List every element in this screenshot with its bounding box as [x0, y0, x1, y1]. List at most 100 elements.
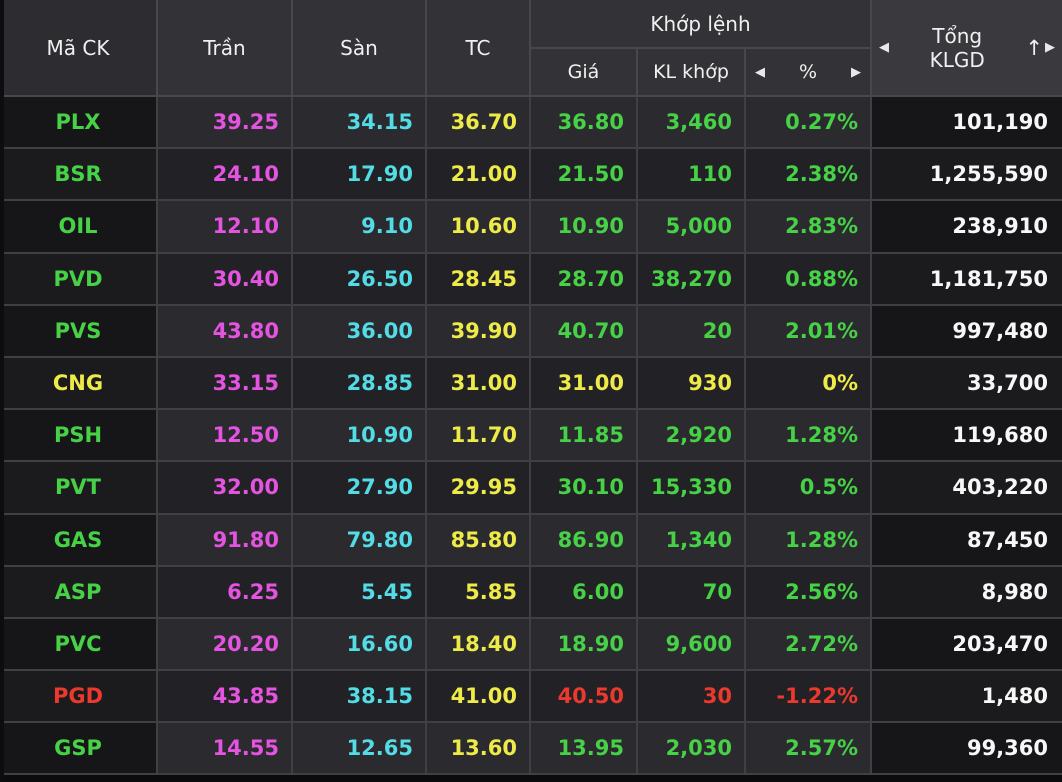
percent-change-cell: 2.38% — [746, 149, 872, 201]
matched-volume-cell: 15,330 — [638, 462, 746, 514]
header-ceiling[interactable]: Trần — [158, 0, 293, 97]
symbol-cell[interactable]: PLX — [0, 97, 158, 149]
reference-price-cell: 29.95 — [427, 462, 531, 514]
matched-volume-cell: 70 — [638, 567, 746, 619]
percent-change-cell: 1.28% — [746, 515, 872, 567]
ceiling-price-cell: 33.15 — [158, 358, 293, 410]
floor-price-cell: 10.90 — [293, 410, 427, 462]
percent-change-cell: 2.56% — [746, 567, 872, 619]
symbol-cell[interactable]: PSH — [0, 410, 158, 462]
total-volume-cell: 87,450 — [872, 515, 1062, 567]
percent-change-cell: 0.88% — [746, 254, 872, 306]
reference-price-cell: 13.60 — [427, 723, 531, 775]
total-volume-cell: 1,181,750 — [872, 254, 1062, 306]
percent-change-cell: 0.27% — [746, 97, 872, 149]
symbol-cell[interactable]: BSR — [0, 149, 158, 201]
matched-volume-cell: 9,600 — [638, 619, 746, 671]
ceiling-price-cell: 12.50 — [158, 410, 293, 462]
floor-price-cell: 12.65 — [293, 723, 427, 775]
total-volume-cell: 403,220 — [872, 462, 1062, 514]
matched-volume-cell: 20 — [638, 306, 746, 358]
header-percent-label[interactable]: % — [799, 61, 817, 83]
header-reference[interactable]: TC — [427, 0, 531, 97]
symbol-cell[interactable]: CNG — [0, 358, 158, 410]
scroll-left-icon[interactable]: ◀ — [879, 40, 889, 55]
floor-price-cell: 36.00 — [293, 306, 427, 358]
reference-price-cell: 41.00 — [427, 671, 531, 723]
percent-change-cell: 0.5% — [746, 462, 872, 514]
scroll-right-icon[interactable]: ▶ — [1045, 40, 1055, 55]
matched-volume-cell: 38,270 — [638, 254, 746, 306]
symbol-cell[interactable]: GAS — [0, 515, 158, 567]
symbol-cell[interactable]: PVT — [0, 462, 158, 514]
symbol-cell[interactable]: OIL — [0, 201, 158, 253]
matched-price-cell: 36.80 — [531, 97, 638, 149]
scroll-left-icon[interactable]: ◀ — [755, 65, 765, 80]
symbol-cell[interactable]: PVC — [0, 619, 158, 671]
header-total-line1: Tổng — [932, 24, 982, 48]
floor-price-cell: 16.60 — [293, 619, 427, 671]
reference-price-cell: 21.00 — [427, 149, 531, 201]
ceiling-price-cell: 91.80 — [158, 515, 293, 567]
ceiling-price-cell: 30.40 — [158, 254, 293, 306]
ceiling-price-cell: 39.25 — [158, 97, 293, 149]
percent-change-cell: -1.22% — [746, 671, 872, 723]
floor-price-cell: 79.80 — [293, 515, 427, 567]
reference-price-cell: 5.85 — [427, 567, 531, 619]
matched-price-cell: 30.10 — [531, 462, 638, 514]
stock-price-board: Mã CK Trần Sàn TC Khớp lệnh Giá KL khớp … — [0, 0, 1062, 782]
reference-price-cell: 28.45 — [427, 254, 531, 306]
matched-price-cell: 21.50 — [531, 149, 638, 201]
header-matched-volume[interactable]: KL khớp — [638, 49, 746, 97]
total-volume-cell: 203,470 — [872, 619, 1062, 671]
percent-change-cell: 1.28% — [746, 410, 872, 462]
matched-volume-cell: 2,920 — [638, 410, 746, 462]
ceiling-price-cell: 12.10 — [158, 201, 293, 253]
matched-price-cell: 6.00 — [531, 567, 638, 619]
header-symbol[interactable]: Mã CK — [0, 0, 158, 97]
total-volume-cell: 997,480 — [872, 306, 1062, 358]
total-volume-cell: 101,190 — [872, 97, 1062, 149]
symbol-cell[interactable]: ASP — [0, 567, 158, 619]
symbol-cell[interactable]: PVD — [0, 254, 158, 306]
matched-volume-cell: 5,000 — [638, 201, 746, 253]
total-volume-cell: 1,255,590 — [872, 149, 1062, 201]
ceiling-price-cell: 14.55 — [158, 723, 293, 775]
total-volume-cell: 1,480 — [872, 671, 1062, 723]
header-total-volume-label[interactable]: Tổng KLGD — [889, 24, 1025, 72]
ceiling-price-cell: 43.80 — [158, 306, 293, 358]
reference-price-cell: 39.90 — [427, 306, 531, 358]
matched-volume-cell: 110 — [638, 149, 746, 201]
matched-price-cell: 13.95 — [531, 723, 638, 775]
matched-price-cell: 18.90 — [531, 619, 638, 671]
total-volume-cell: 33,700 — [872, 358, 1062, 410]
header-matched-price[interactable]: Giá — [531, 49, 638, 97]
total-volume-cell: 238,910 — [872, 201, 1062, 253]
ceiling-price-cell: 32.00 — [158, 462, 293, 514]
reference-price-cell: 10.60 — [427, 201, 531, 253]
reference-price-cell: 36.70 — [427, 97, 531, 149]
floor-price-cell: 9.10 — [293, 201, 427, 253]
sort-up-icon[interactable]: ↑ — [1025, 36, 1043, 60]
total-volume-cell: 8,980 — [872, 567, 1062, 619]
matched-price-cell: 86.90 — [531, 515, 638, 567]
header-total-line2: KLGD — [930, 48, 985, 72]
reference-price-cell: 31.00 — [427, 358, 531, 410]
matched-volume-cell: 1,340 — [638, 515, 746, 567]
percent-change-cell: 0% — [746, 358, 872, 410]
symbol-cell[interactable]: PGD — [0, 671, 158, 723]
matched-price-cell: 11.85 — [531, 410, 638, 462]
percent-change-cell: 2.83% — [746, 201, 872, 253]
symbol-cell[interactable]: PVS — [0, 306, 158, 358]
floor-price-cell: 17.90 — [293, 149, 427, 201]
reference-price-cell: 85.80 — [427, 515, 531, 567]
left-edge-strip — [0, 0, 4, 782]
header-floor[interactable]: Sàn — [293, 0, 427, 97]
header-matched-group[interactable]: Khớp lệnh — [531, 0, 872, 49]
matched-volume-cell: 30 — [638, 671, 746, 723]
percent-change-cell: 2.72% — [746, 619, 872, 671]
matched-price-cell: 10.90 — [531, 201, 638, 253]
ceiling-price-cell: 20.20 — [158, 619, 293, 671]
symbol-cell[interactable]: GSP — [0, 723, 158, 775]
scroll-right-icon[interactable]: ▶ — [851, 65, 861, 80]
